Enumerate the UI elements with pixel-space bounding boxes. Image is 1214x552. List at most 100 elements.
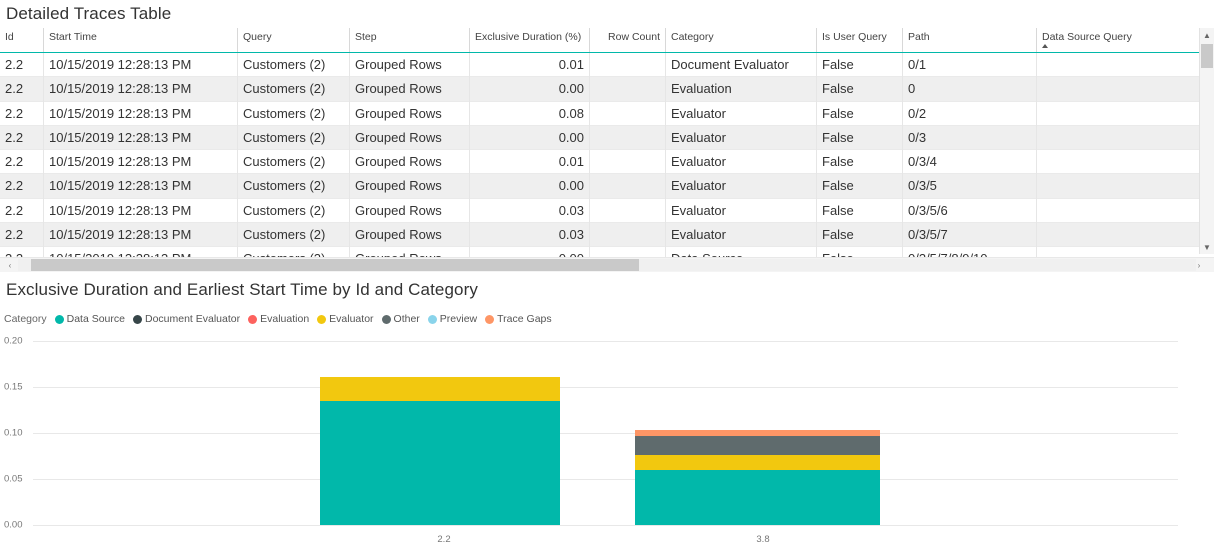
table-row[interactable]: 2.210/15/2019 12:28:13 PMCustomers (2)Gr…: [0, 198, 1214, 222]
column-header-query[interactable]: Query: [238, 28, 350, 53]
cell-is-user-query: False: [817, 101, 903, 125]
chart-bar-segment-data-source[interactable]: [635, 470, 880, 525]
cell-row-count: [590, 77, 666, 101]
cell-query: Customers (2): [238, 198, 350, 222]
legend-item-label: Document Evaluator: [145, 313, 240, 325]
chart-bar[interactable]: [635, 341, 880, 525]
legend-item[interactable]: Document Evaluator: [133, 313, 240, 325]
table-row[interactable]: 2.210/15/2019 12:28:13 PMCustomers (2)Gr…: [0, 125, 1214, 149]
chart-plot-area: 0.000.050.100.150.202.23.8: [0, 332, 1214, 552]
chart-bar-segment-other[interactable]: [635, 436, 880, 455]
column-header-row-count[interactable]: Row Count: [590, 28, 666, 53]
cell-step: Grouped Rows: [350, 53, 470, 77]
legend-item[interactable]: Data Source: [55, 313, 125, 325]
legend-title: Category: [4, 313, 47, 325]
column-header-label: Id: [5, 31, 14, 43]
chevron-left-icon[interactable]: ‹: [3, 258, 17, 272]
cell-id: 2.2: [0, 101, 44, 125]
cell-exclusive-duration: 0.00: [470, 125, 590, 149]
cell-exclusive-duration: 0.00: [470, 174, 590, 198]
cell-start-time: 10/15/2019 12:28:13 PM: [44, 150, 238, 174]
column-header-path[interactable]: Path: [903, 28, 1037, 53]
table-row[interactable]: 2.210/15/2019 12:28:13 PMCustomers (2)Gr…: [0, 174, 1214, 198]
cell-is-user-query: False: [817, 125, 903, 149]
vertical-scrollbar-thumb[interactable]: [1201, 44, 1213, 68]
chart-bar[interactable]: [320, 341, 560, 525]
cell-start-time: 10/15/2019 12:28:13 PM: [44, 125, 238, 149]
cell-id: 2.2: [0, 223, 44, 247]
x-axis-tick-label: 3.8: [756, 534, 769, 545]
legend-color-swatch-icon: [55, 315, 64, 324]
legend-item[interactable]: Evaluation: [248, 313, 309, 325]
column-header-label: Is User Query: [822, 31, 887, 43]
legend-color-swatch-icon: [317, 315, 326, 324]
chart-gridline: [33, 433, 1178, 434]
cell-step: Grouped Rows: [350, 101, 470, 125]
cell-category: Document Evaluator: [666, 53, 817, 77]
chart-bar-segment-data-source[interactable]: [320, 401, 560, 525]
table-row[interactable]: 2.210/15/2019 12:28:13 PMCustomers (2)Gr…: [0, 77, 1214, 101]
cell-path: 0: [903, 77, 1037, 101]
cell-category: Evaluator: [666, 174, 817, 198]
legend-item[interactable]: Trace Gaps: [485, 313, 551, 325]
column-header-is-user-query[interactable]: Is User Query: [817, 28, 903, 53]
legend-item[interactable]: Evaluator: [317, 313, 373, 325]
column-header-label: Step: [355, 31, 377, 43]
table-row[interactable]: 2.210/15/2019 12:28:13 PMCustomers (2)Gr…: [0, 53, 1214, 77]
horizontal-scrollbar-thumb[interactable]: [31, 259, 639, 271]
cell-id: 2.2: [0, 125, 44, 149]
y-axis-tick-label: 0.05: [4, 474, 23, 485]
column-header-category[interactable]: Category: [666, 28, 817, 53]
cell-path: 0/3: [903, 125, 1037, 149]
legend-color-swatch-icon: [428, 315, 437, 324]
cell-exclusive-duration: 0.08: [470, 101, 590, 125]
chevron-up-icon[interactable]: ▲: [1200, 28, 1214, 42]
column-header-label: Exclusive Duration (%): [475, 31, 581, 43]
cell-row-count: [590, 125, 666, 149]
cell-is-user-query: False: [817, 53, 903, 77]
cell-query: Customers (2): [238, 101, 350, 125]
cell-category: Evaluator: [666, 223, 817, 247]
cell-start-time: 10/15/2019 12:28:13 PM: [44, 223, 238, 247]
column-header-label: Category: [671, 31, 714, 43]
column-header-exclusive-duration[interactable]: Exclusive Duration (%): [470, 28, 590, 53]
cell-exclusive-duration: 0.03: [470, 198, 590, 222]
y-axis-tick-label: 0.00: [4, 520, 23, 531]
legend-item[interactable]: Preview: [428, 313, 477, 325]
table-row[interactable]: 2.210/15/2019 12:28:13 PMCustomers (2)Gr…: [0, 150, 1214, 174]
column-header-start-time[interactable]: Start Time: [44, 28, 238, 53]
chart-bar-segment-evaluator[interactable]: [320, 377, 560, 401]
column-header-data-source-query[interactable]: Data Source Query: [1037, 28, 1214, 53]
chart-bar-segment-evaluator[interactable]: [635, 455, 880, 470]
cell-row-count: [590, 53, 666, 77]
chart-gridline: [33, 387, 1178, 388]
table-row[interactable]: 2.210/15/2019 12:28:13 PMCustomers (2)Gr…: [0, 101, 1214, 125]
cell-exclusive-duration: 0.01: [470, 53, 590, 77]
detailed-traces-table-visual: Detailed Traces Table Id Start Time Quer…: [0, 0, 1214, 272]
chart-gridline: [33, 479, 1178, 480]
cell-row-count: [590, 223, 666, 247]
cell-path: 0/3/4: [903, 150, 1037, 174]
cell-step: Grouped Rows: [350, 77, 470, 101]
table-scroll-container[interactable]: Id Start Time Query Step Exclusive Durat…: [0, 28, 1214, 272]
table-row[interactable]: 2.210/15/2019 12:28:13 PMCustomers (2)Gr…: [0, 223, 1214, 247]
legend-item[interactable]: Other: [382, 313, 420, 325]
table-horizontal-scrollbar[interactable]: ‹ ›: [0, 257, 1214, 272]
cell-step: Grouped Rows: [350, 174, 470, 198]
cell-path: 0/3/5/6: [903, 198, 1037, 222]
cell-id: 2.2: [0, 53, 44, 77]
cell-data-source-query: [1037, 53, 1214, 77]
column-header-id[interactable]: Id: [0, 28, 44, 53]
x-axis-tick-label: 2.2: [437, 534, 450, 545]
chart-bar-segment-trace-gaps[interactable]: [635, 430, 880, 436]
legend-item-label: Trace Gaps: [497, 313, 551, 325]
chevron-down-icon[interactable]: ▼: [1200, 240, 1214, 254]
cell-data-source-query: [1037, 174, 1214, 198]
cell-category: Evaluator: [666, 198, 817, 222]
cell-is-user-query: False: [817, 150, 903, 174]
chevron-right-icon[interactable]: ›: [1192, 258, 1206, 272]
table-vertical-scrollbar[interactable]: ▲ ▼: [1199, 28, 1214, 254]
column-header-step[interactable]: Step: [350, 28, 470, 53]
cell-id: 2.2: [0, 150, 44, 174]
table-body: 2.210/15/2019 12:28:13 PMCustomers (2)Gr…: [0, 53, 1214, 272]
